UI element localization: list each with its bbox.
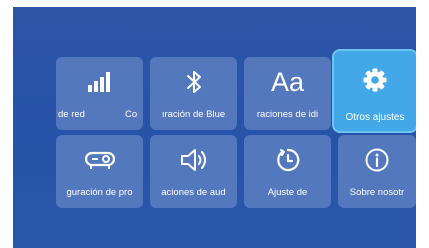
aa-language-icon: Aa [244,67,331,97]
projector-icon [56,145,143,175]
tile-time-settings[interactable]: Ajuste de [244,135,331,208]
signal-bars-icon [56,67,143,97]
tile-label: aciones de aud [161,187,226,198]
tile-about-us[interactable]: Sobre nosotr [338,135,416,208]
tile-audio-settings[interactable]: aciones de aud [150,135,237,208]
tile-label: Otros ajustes [345,112,405,123]
tile-label: raciones de idi [256,109,319,120]
tile-label: Ajuste de [267,187,308,198]
tile-other-settings[interactable]: Otros ajustes [334,51,416,131]
tile-network-settings[interactable]: de red Co [56,57,143,130]
tile-projection-settings[interactable]: guración de pro [56,135,143,208]
info-icon [338,145,416,175]
tile-label: Sobre nosotr [349,187,405,198]
tile-language-settings[interactable]: Aa raciones de idi [244,57,331,130]
tile-label-overflow: Co [125,109,138,120]
clock-icon [244,145,331,175]
settings-screen: de red Co ıración de Blue Aa raciones de… [13,7,416,248]
bluetooth-icon [150,67,237,97]
tile-label: guración de pro [66,187,133,198]
tile-label-main: de red [58,109,85,120]
tile-bluetooth-settings[interactable]: ıración de Blue [150,57,237,130]
gear-icon [334,65,416,95]
tile-label: de red Co [56,109,143,121]
aa-glyph: Aa [270,67,305,97]
speaker-icon [150,145,237,175]
tile-label: ıración de Blue [161,109,226,120]
